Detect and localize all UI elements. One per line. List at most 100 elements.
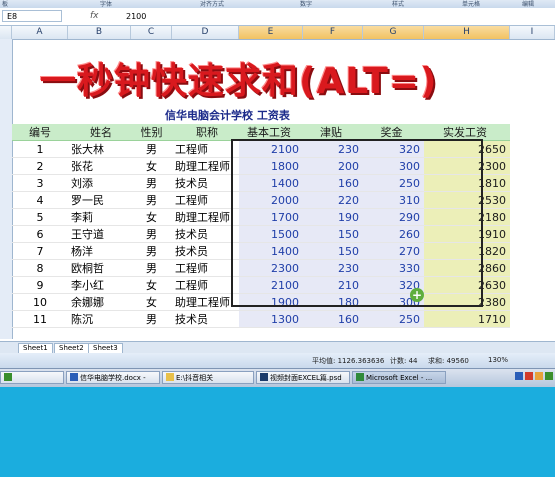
cell-id[interactable]: 9 bbox=[12, 276, 68, 294]
cell-name[interactable]: 陈沉 bbox=[68, 310, 131, 328]
cell-id[interactable]: 1 bbox=[12, 140, 68, 158]
cell-allowance[interactable]: 150 bbox=[303, 225, 363, 243]
column-header-c[interactable]: C bbox=[131, 26, 172, 39]
cell-allowance[interactable]: 230 bbox=[303, 140, 363, 158]
column-header-f[interactable]: F bbox=[303, 26, 363, 39]
cell-base-salary[interactable]: 1400 bbox=[239, 242, 303, 260]
header-title[interactable]: 职称 bbox=[172, 124, 239, 141]
cell-id[interactable]: 10 bbox=[12, 293, 68, 311]
cell-allowance[interactable]: 150 bbox=[303, 242, 363, 260]
ribbon-group-style[interactable]: 样式 bbox=[392, 0, 404, 8]
header-gender[interactable]: 性别 bbox=[131, 124, 172, 141]
cell-gender[interactable]: 男 bbox=[131, 242, 172, 260]
cell-bonus[interactable]: 330 bbox=[363, 259, 424, 277]
cell-bonus[interactable]: 310 bbox=[363, 191, 424, 209]
fx-icon[interactable]: fx bbox=[90, 11, 99, 21]
cell-bonus[interactable]: 300 bbox=[363, 157, 424, 175]
cell-title[interactable]: 工程师 bbox=[172, 140, 239, 158]
cell-title[interactable]: 助理工程师 bbox=[172, 157, 239, 175]
cell-id[interactable]: 8 bbox=[12, 259, 68, 277]
header-net-salary[interactable]: 实发工资 bbox=[424, 124, 510, 141]
header-bonus[interactable]: 奖金 bbox=[363, 124, 424, 141]
cell-gender[interactable]: 男 bbox=[131, 174, 172, 192]
header-id[interactable]: 编号 bbox=[12, 124, 68, 141]
cell-base-salary[interactable]: 1300 bbox=[239, 310, 303, 328]
cell-title[interactable]: 技术员 bbox=[172, 242, 239, 260]
formula-input[interactable]: 2100 bbox=[126, 12, 146, 21]
cell-id[interactable]: 3 bbox=[12, 174, 68, 192]
cell-net-salary[interactable]: 1820 bbox=[424, 242, 510, 260]
ribbon-group-align[interactable]: 对齐方式 bbox=[200, 0, 224, 8]
cell-allowance[interactable]: 160 bbox=[303, 310, 363, 328]
cell-allowance[interactable]: 210 bbox=[303, 276, 363, 294]
cell-gender[interactable]: 男 bbox=[131, 259, 172, 277]
cell-bonus[interactable]: 250 bbox=[363, 174, 424, 192]
cell-net-salary[interactable]: 2380 bbox=[424, 293, 510, 311]
tray-volume-icon[interactable] bbox=[535, 372, 543, 380]
cell-base-salary[interactable]: 2300 bbox=[239, 259, 303, 277]
cell-id[interactable]: 6 bbox=[12, 225, 68, 243]
zoom-level[interactable]: 130% bbox=[488, 356, 508, 364]
cell-name[interactable]: 李小红 bbox=[68, 276, 131, 294]
cell-id[interactable]: 7 bbox=[12, 242, 68, 260]
taskbar-item-folder[interactable]: E:\抖音相关 bbox=[162, 371, 254, 384]
taskbar-item-excel[interactable]: Microsoft Excel - ... bbox=[352, 371, 446, 384]
tray-antivirus-icon[interactable] bbox=[525, 372, 533, 380]
cell-bonus[interactable]: 320 bbox=[363, 140, 424, 158]
cell-allowance[interactable]: 200 bbox=[303, 157, 363, 175]
cell-title[interactable]: 助理工程师 bbox=[172, 293, 239, 311]
cell-title[interactable]: 技术员 bbox=[172, 225, 239, 243]
cell-title[interactable]: 工程师 bbox=[172, 259, 239, 277]
taskbar-item-word[interactable]: 信华电脑学校.docx - bbox=[66, 371, 160, 384]
cell-base-salary[interactable]: 2100 bbox=[239, 276, 303, 294]
cell-base-salary[interactable]: 1400 bbox=[239, 174, 303, 192]
ribbon-group-cells[interactable]: 单元格 bbox=[462, 0, 480, 8]
cell-title[interactable]: 技术员 bbox=[172, 310, 239, 328]
cell-net-salary[interactable]: 2630 bbox=[424, 276, 510, 294]
cell-id[interactable]: 4 bbox=[12, 191, 68, 209]
cell-name[interactable]: 张花 bbox=[68, 157, 131, 175]
cell-id[interactable]: 5 bbox=[12, 208, 68, 226]
cell-net-salary[interactable]: 2650 bbox=[424, 140, 510, 158]
start-button[interactable] bbox=[0, 371, 64, 384]
ribbon-group-edit[interactable]: 编辑 bbox=[522, 0, 534, 8]
header-allowance[interactable]: 津贴 bbox=[303, 124, 363, 141]
cell-net-salary[interactable]: 1910 bbox=[424, 225, 510, 243]
cell-bonus[interactable]: 270 bbox=[363, 242, 424, 260]
cell-gender[interactable]: 女 bbox=[131, 208, 172, 226]
cell-name[interactable]: 刘添 bbox=[68, 174, 131, 192]
cell-allowance[interactable]: 190 bbox=[303, 208, 363, 226]
cell-base-salary[interactable]: 1900 bbox=[239, 293, 303, 311]
cell-title[interactable]: 工程师 bbox=[172, 276, 239, 294]
cell-name[interactable]: 李莉 bbox=[68, 208, 131, 226]
cell-net-salary[interactable]: 1710 bbox=[424, 310, 510, 328]
cell-title[interactable]: 技术员 bbox=[172, 174, 239, 192]
cell-net-salary[interactable]: 2530 bbox=[424, 191, 510, 209]
cell-name[interactable]: 罗一民 bbox=[68, 191, 131, 209]
column-header-h[interactable]: H bbox=[424, 26, 510, 39]
ribbon-group-clipboard[interactable]: 板 bbox=[2, 0, 8, 8]
cell-id[interactable]: 11 bbox=[12, 310, 68, 328]
cell-gender[interactable]: 男 bbox=[131, 140, 172, 158]
column-header-e[interactable]: E bbox=[239, 26, 303, 39]
cell-gender[interactable]: 男 bbox=[131, 225, 172, 243]
header-name[interactable]: 姓名 bbox=[68, 124, 131, 141]
column-header-d[interactable]: D bbox=[172, 26, 239, 39]
name-box[interactable]: E8 bbox=[2, 10, 62, 22]
cell-name[interactable]: 杨洋 bbox=[68, 242, 131, 260]
cell-base-salary[interactable]: 2100 bbox=[239, 140, 303, 158]
cell-name[interactable]: 欧桐哲 bbox=[68, 259, 131, 277]
cell-bonus[interactable]: 290 bbox=[363, 208, 424, 226]
column-header-a[interactable]: A bbox=[12, 26, 68, 39]
column-header-i[interactable]: I bbox=[510, 26, 555, 39]
cell-allowance[interactable]: 220 bbox=[303, 191, 363, 209]
cell-bonus[interactable]: 250 bbox=[363, 310, 424, 328]
tray-network-icon[interactable] bbox=[515, 372, 523, 380]
cell-net-salary[interactable]: 2180 bbox=[424, 208, 510, 226]
taskbar-item-photoshop[interactable]: 视频封面EXCEL篇.psd bbox=[256, 371, 350, 384]
cell-name[interactable]: 张大林 bbox=[68, 140, 131, 158]
tray-update-icon[interactable] bbox=[545, 372, 553, 380]
cell-base-salary[interactable]: 1500 bbox=[239, 225, 303, 243]
cell-allowance[interactable]: 180 bbox=[303, 293, 363, 311]
cell-gender[interactable]: 男 bbox=[131, 310, 172, 328]
